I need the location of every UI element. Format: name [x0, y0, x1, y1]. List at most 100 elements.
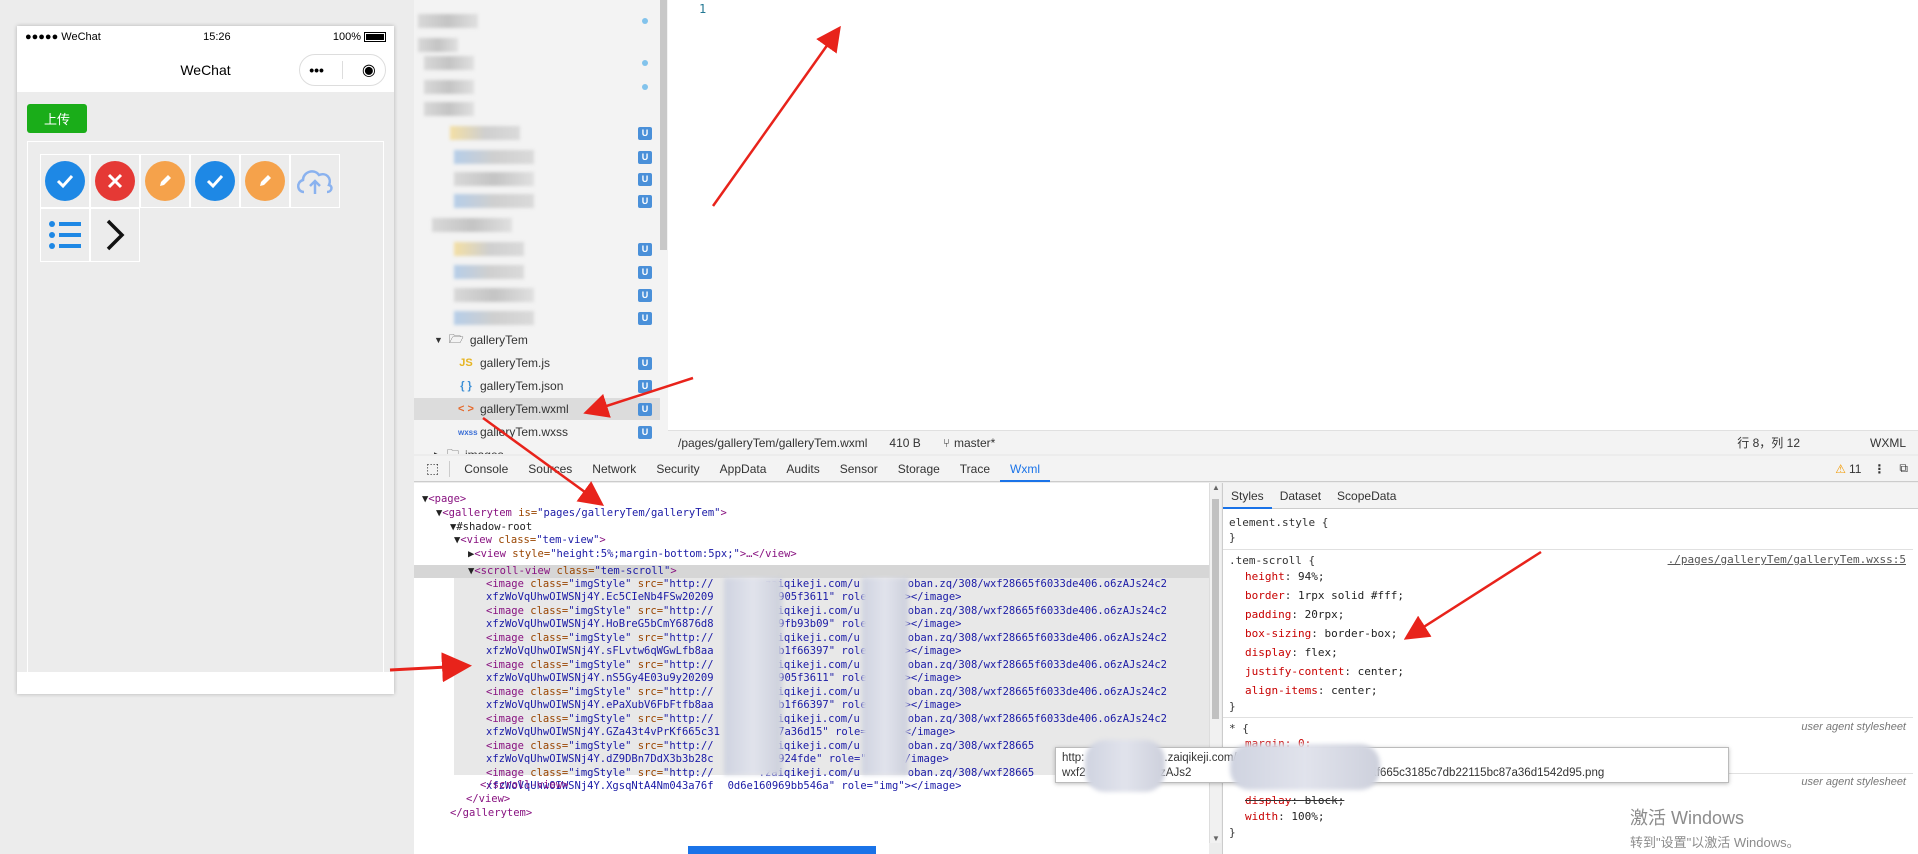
css-property-align-items[interactable]: align-items: center; [1245, 683, 1377, 698]
folder-galleryTem[interactable]: ▼ 🗁 galleryTem [414, 329, 660, 351]
css-property-display[interactable]: display: flex; [1245, 645, 1338, 660]
page-body: 上传 [17, 92, 394, 689]
tab-wxml[interactable]: Wxml [1000, 456, 1051, 482]
tab-security[interactable]: Security [646, 456, 709, 482]
css-property-height[interactable]: height: 94%; [1245, 569, 1325, 584]
image-cell[interactable] [40, 154, 90, 208]
tab-scopedata[interactable]: ScopeData [1329, 483, 1404, 509]
git-branch[interactable]: master* [954, 436, 995, 450]
node-image[interactable]: <image class="imgStyle" src="http://.zai… [486, 605, 1167, 618]
image-cell[interactable] [90, 208, 140, 262]
rule-source-link[interactable]: ./pages/galleryTem/galleryTem.wxss:5 [1668, 553, 1906, 566]
node-image[interactable]: <image class="imgStyle" src="http://.zai… [486, 659, 1167, 672]
simulator-phone: ●●●●● WeChat 15:26 100% WeChat ••• ◉ 上传 [17, 26, 394, 694]
file-galleryTem-js[interactable]: JS galleryTem.js U [414, 352, 660, 374]
scroll-down-icon[interactable]: ▼ [1212, 834, 1220, 843]
tab-appdata[interactable]: AppData [710, 456, 777, 482]
warning-icon[interactable]: ⚠ [1835, 462, 1846, 476]
tab-sensor[interactable]: Sensor [830, 456, 888, 482]
image-cell[interactable] [290, 154, 340, 208]
code-editor[interactable]: 1 [668, 0, 1918, 430]
file-tree-item[interactable] [414, 214, 660, 236]
rule-divider [1223, 549, 1913, 550]
node-gallerytem[interactable]: ▼<gallerytem is="pages/galleryTem/galler… [436, 507, 727, 520]
check-circle-icon [195, 161, 235, 201]
node-scroll-view-close[interactable]: </scroll-view> [480, 779, 569, 792]
tab-audits[interactable]: Audits [776, 456, 829, 482]
tab-styles[interactable]: Styles [1223, 483, 1272, 509]
warning-count[interactable]: 11 [1849, 462, 1861, 476]
mini-program-capsule: ••• ◉ [299, 54, 386, 86]
phone-status-bar: ●●●●● WeChat 15:26 100% [17, 26, 394, 48]
wxml-tree-scrollbar[interactable]: ▲ ▼ [1209, 483, 1221, 843]
node-image[interactable]: <image class="imgStyle" src="http://.zai… [486, 578, 1167, 591]
node-shadow-root[interactable]: ▼#shadow-root [450, 521, 532, 534]
tem-scroll-view[interactable] [27, 141, 384, 689]
file-galleryTem-wxml[interactable]: < > galleryTem.wxml U [414, 398, 660, 420]
image-cell[interactable] [40, 208, 90, 262]
close-mini-program-icon[interactable]: ◉ [362, 60, 376, 80]
file-label: galleryTem.wxss [480, 425, 569, 439]
tab-sources[interactable]: Sources [518, 456, 582, 482]
more-icon[interactable]: ••• [309, 62, 324, 78]
node-image[interactable]: <image class="imgStyle" src="http://.zai… [486, 686, 1167, 699]
node-image[interactable]: <image class="imgStyle" src="http://.zai… [486, 713, 1167, 726]
node-tem-view[interactable]: ▼<view class="tem-view"> [454, 534, 606, 547]
file-tree-item[interactable]: U [414, 122, 660, 144]
time-label: 15:26 [203, 31, 231, 43]
dock-side-icon[interactable]: ⧉ [1899, 461, 1908, 476]
node-page[interactable]: ▼<page> [422, 493, 466, 506]
file-tree-item[interactable]: U [414, 190, 660, 212]
node-image[interactable]: <image class="imgStyle" src="http://.zai… [486, 632, 1167, 645]
css-property-justify-content[interactable]: justify-content: center; [1245, 664, 1404, 679]
tab-dataset[interactable]: Dataset [1272, 483, 1329, 509]
file-tree-item[interactable]: U [414, 307, 660, 329]
scroll-thumb[interactable] [1212, 499, 1219, 719]
scroll-up-icon[interactable]: ▲ [1212, 483, 1220, 492]
chevron-right-icon [106, 219, 125, 251]
image-cell[interactable] [140, 154, 190, 208]
wxss-file-icon: wxss [458, 427, 478, 437]
tab-console[interactable]: Console [454, 456, 518, 482]
rule-selector[interactable]: .tem-scroll { [1229, 553, 1315, 568]
css-property-border[interactable]: border: 1rpx solid #fff; [1245, 588, 1404, 603]
tab-network[interactable]: Network [582, 456, 646, 482]
element-style-selector[interactable]: element.style { [1229, 515, 1328, 530]
upload-button[interactable]: 上传 [27, 104, 88, 133]
file-tree-item[interactable] [414, 10, 660, 32]
language-mode[interactable]: WXML [1870, 436, 1906, 450]
image-cell[interactable] [240, 154, 290, 208]
inspect-element-icon[interactable]: ⬚ [426, 460, 439, 477]
image-cell[interactable] [90, 154, 140, 208]
file-tree-item[interactable] [414, 98, 660, 120]
cursor-position[interactable]: 行 8，列 12 [1737, 434, 1800, 451]
file-tree-item[interactable] [414, 52, 660, 74]
more-options-icon[interactable]: ⋮ [1873, 462, 1885, 476]
devtools-window: ●●●●● WeChat 15:26 100% WeChat ••• ◉ 上传 [0, 0, 1918, 854]
user-agent-label: user agent stylesheet [1801, 776, 1906, 788]
image-cell[interactable] [190, 154, 240, 208]
file-tree-item[interactable]: U [414, 261, 660, 283]
file-tree-item[interactable]: U [414, 168, 660, 190]
file-tree-item[interactable]: U [414, 238, 660, 260]
node-inner-view[interactable]: ▶<view style="height:5%;margin-bottom:5p… [468, 548, 797, 561]
folder-open-icon: 🗁 [448, 331, 464, 346]
file-tree-item[interactable]: U [414, 284, 660, 306]
file-galleryTem-wxss[interactable]: wxss galleryTem.wxss U [414, 421, 660, 443]
file-tree-scrollbar[interactable] [660, 0, 667, 250]
tab-trace[interactable]: Trace [950, 456, 1000, 482]
css-property-padding[interactable]: padding: 20rpx; [1245, 607, 1344, 622]
css-property-box-sizing[interactable]: box-sizing: border-box; [1245, 626, 1397, 641]
ua-prop-display[interactable]: display: block; [1245, 793, 1344, 808]
node-scroll-view[interactable]: ▼<scroll-view class="tem-scroll"> [468, 565, 677, 578]
folder-images[interactable]: ▶ 🗀 images [414, 444, 660, 455]
untracked-badge: U [638, 242, 652, 256]
file-tree-item[interactable] [414, 76, 660, 98]
file-galleryTem-json[interactable]: { } galleryTem.json U [414, 375, 660, 397]
star-selector[interactable]: * { [1229, 721, 1249, 736]
tab-storage[interactable]: Storage [888, 456, 950, 482]
node-gallerytem-close[interactable]: </gallerytem> [450, 807, 532, 820]
node-view-close[interactable]: </view> [466, 793, 510, 806]
file-tree-item[interactable]: U [414, 146, 660, 168]
ua-prop-width[interactable]: width: 100%; [1245, 809, 1325, 824]
